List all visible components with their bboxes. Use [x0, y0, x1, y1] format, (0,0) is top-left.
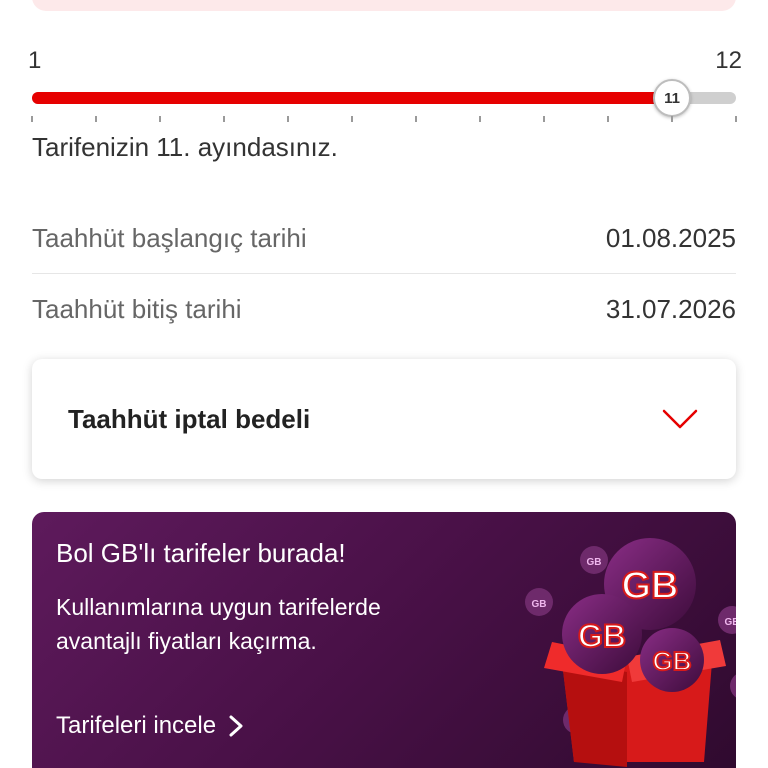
view-tariffs-link[interactable]: Tarifeleri incele	[56, 712, 244, 740]
slider-tick	[95, 116, 97, 122]
promo-description: Kullanımlarına uygun tarifelerde avantaj…	[56, 594, 381, 654]
slider-min-label: 1	[28, 47, 42, 74]
chevron-right-icon	[229, 715, 243, 737]
slider-tick	[479, 116, 481, 122]
gift-box-gb-illustration: GB GB GB GB GB GB GB GB GB	[525, 538, 737, 767]
svg-text:GB: GB	[725, 617, 737, 628]
svg-text:GB: GB	[587, 557, 602, 568]
slider-thumb[interactable]: 11	[653, 79, 691, 117]
slider-tick	[543, 116, 545, 122]
commitment-end-value: 31.07.2026	[605, 293, 736, 324]
svg-text:GB: GB	[532, 599, 547, 610]
promo-banner[interactable]: Bol GB'lı tarifeler burada! Kullanımları…	[32, 512, 736, 768]
svg-text:GB: GB	[578, 618, 626, 654]
slider-fill	[32, 92, 672, 104]
commitment-start-row: Taahhüt başlangıç tarihi 01.08.2025	[32, 204, 736, 274]
slider-max-label: 12	[715, 47, 742, 74]
commitment-start-value: 01.08.2025	[605, 223, 736, 253]
slider-tick	[415, 116, 417, 122]
slider-ticks	[31, 116, 737, 124]
slider-tick	[223, 116, 225, 122]
chevron-down-icon[interactable]	[660, 407, 700, 431]
commitment-end-row: Taahhüt bitiş tarihi 31.07.2026	[32, 274, 736, 344]
slider-thumb-value: 11	[664, 89, 680, 107]
slider-tick	[735, 116, 737, 122]
commitment-end-label: Taahhüt bitiş tarihi	[32, 293, 242, 324]
view-tariffs-label: Tarifeleri incele	[56, 712, 217, 739]
slider-tick	[287, 116, 289, 122]
svg-text:GB: GB	[653, 646, 692, 676]
slider-tick	[31, 116, 33, 122]
accordion-title: Taahhüt iptal bedeli	[68, 403, 311, 434]
commitment-start-label: Taahhüt başlangıç tarihi	[32, 223, 307, 253]
slider-tick	[159, 116, 161, 122]
tariff-month-text: Tarifenizin 11. ayındasınız.	[32, 132, 338, 162]
top-alert-banner	[32, 0, 736, 11]
tariff-month-slider[interactable]: 11	[32, 79, 736, 117]
svg-text:GB: GB	[622, 565, 679, 607]
cancellation-fee-accordion[interactable]: Taahhüt iptal bedeli	[32, 359, 736, 479]
slider-tick	[607, 116, 609, 122]
slider-tick	[351, 116, 353, 122]
promo-title: Bol GB'lı tarifeler burada!	[56, 538, 346, 568]
slider-tick	[671, 116, 673, 122]
